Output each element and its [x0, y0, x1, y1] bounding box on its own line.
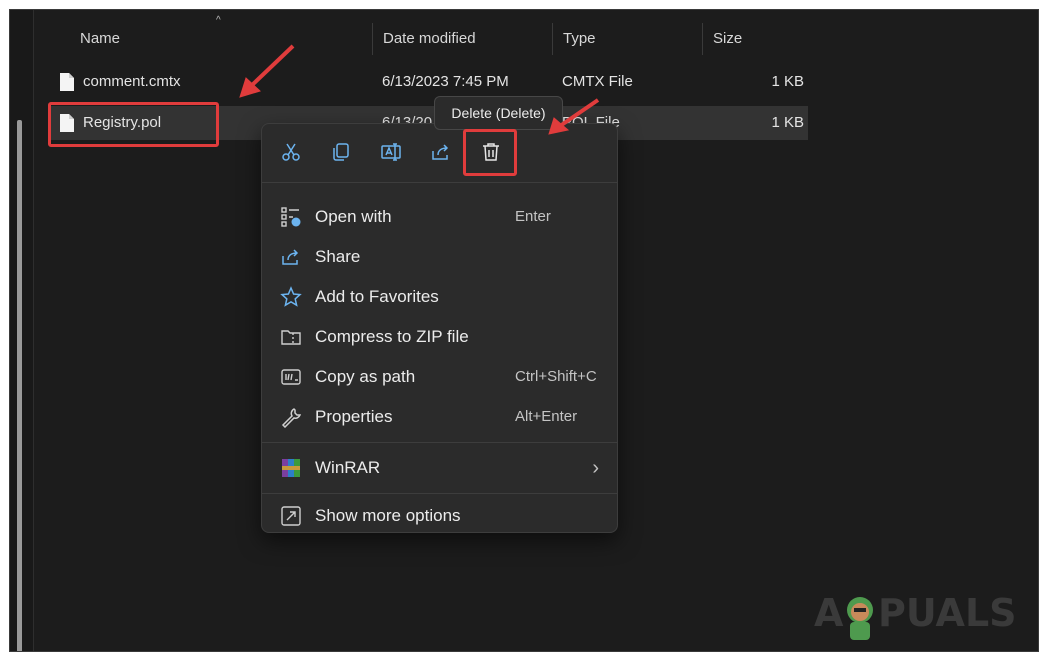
annotation-arrows — [239, 44, 600, 135]
mascot-icon — [847, 597, 873, 640]
watermark-left: A — [814, 591, 844, 635]
arrow-to-delete — [558, 98, 600, 128]
arrow-to-file — [248, 44, 295, 89]
appuals-watermark: A PUALS — [814, 591, 1017, 640]
watermark-right: PUALS — [878, 591, 1017, 635]
